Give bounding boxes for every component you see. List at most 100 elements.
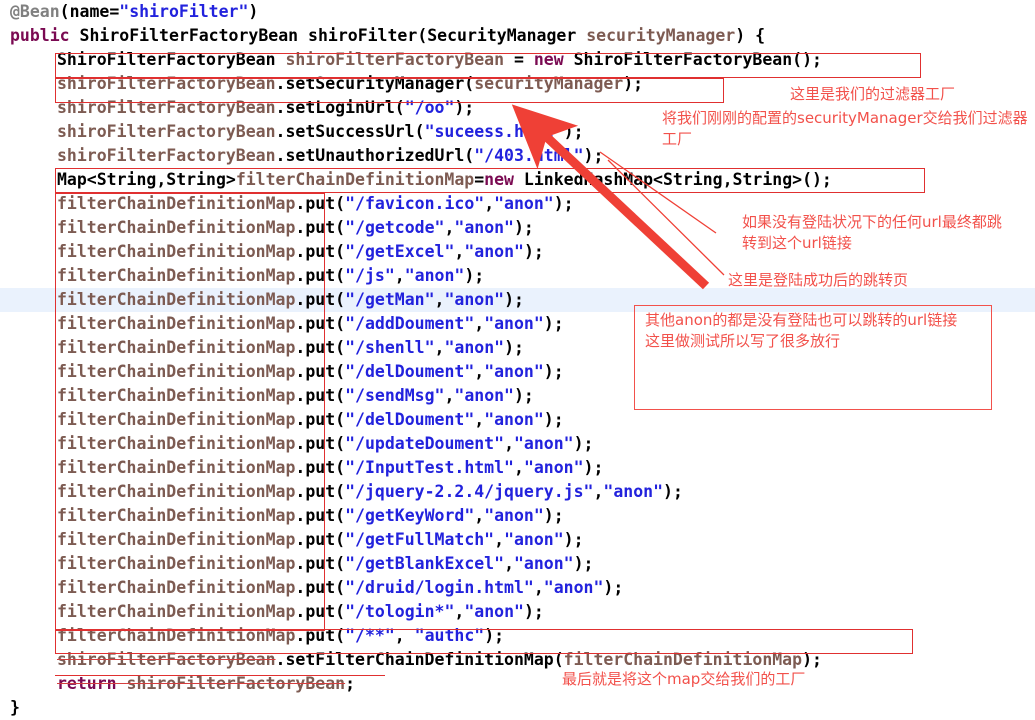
code-token: "anon" bbox=[603, 482, 664, 501]
code-token: "anon" bbox=[514, 434, 574, 453]
code-token: , bbox=[514, 458, 524, 477]
code-token: "/getFullMatch" bbox=[345, 530, 495, 549]
code-token: ( bbox=[335, 242, 346, 261]
code-token: ( bbox=[464, 74, 475, 93]
code-token: ( bbox=[335, 218, 346, 237]
code-token: "/druid/login.html" bbox=[345, 578, 534, 597]
code-token: filterChainDefinitionMap bbox=[57, 242, 296, 261]
code-token: "/addDoument" bbox=[345, 314, 475, 333]
code-token: "anon" bbox=[444, 290, 505, 309]
code-token: filterChainDefinitionMap bbox=[57, 578, 296, 597]
code-line[interactable]: Map<String,String>filterChainDefinitionM… bbox=[0, 168, 1035, 192]
code-line[interactable]: filterChainDefinitionMap.put("/**", "aut… bbox=[0, 624, 1035, 648]
code-token: , bbox=[474, 314, 485, 333]
code-line[interactable]: filterChainDefinitionMap.put("/InputTest… bbox=[0, 456, 1035, 480]
code-token: ); bbox=[573, 554, 594, 573]
code-token: , bbox=[434, 338, 445, 357]
code-token: "shiroFilter" bbox=[119, 2, 249, 21]
code-token: "authc" bbox=[414, 626, 485, 645]
note-anon-explanation: 其他anon的都是没有登陆也可以跳转的url链接 这里做测试所以写了很多放行 bbox=[645, 311, 958, 350]
code-token: .put bbox=[295, 410, 336, 429]
code-token: shiroFilterFactoryBean bbox=[57, 74, 276, 93]
code-token: "/shenll" bbox=[345, 338, 435, 357]
code-line[interactable]: filterChainDefinitionMap.put("/delDoumen… bbox=[0, 408, 1035, 432]
code-token: ( bbox=[335, 338, 346, 357]
code-line[interactable]: filterChainDefinitionMap.put("/tologin*"… bbox=[0, 600, 1035, 624]
code-token: "/getKeyWord" bbox=[345, 506, 475, 525]
code-token: .setSecurityManager bbox=[275, 74, 465, 93]
code-token: filterChainDefinitionMap bbox=[57, 410, 296, 429]
code-token: filterChainDefinitionMap bbox=[563, 650, 803, 669]
code-token: new bbox=[533, 50, 574, 69]
code-token: ( bbox=[335, 314, 346, 333]
code-token: public bbox=[10, 26, 80, 45]
code-token: "anon" bbox=[464, 242, 524, 261]
code-token: filterChainDefinitionMap bbox=[57, 338, 296, 357]
code-token: filterChainDefinitionMap bbox=[57, 362, 296, 381]
code-token: , bbox=[474, 506, 485, 525]
code-token: ); bbox=[543, 362, 564, 381]
code-token: new bbox=[484, 170, 524, 189]
code-line[interactable]: filterChainDefinitionMap.put("/getKeyWor… bbox=[0, 504, 1035, 528]
code-token: .setSuccessUrl bbox=[275, 122, 415, 141]
code-token: ); bbox=[583, 146, 604, 165]
code-line[interactable]: public ShiroFilterFactoryBean shiroFilte… bbox=[0, 24, 1035, 48]
code-token: filterChainDefinitionMap bbox=[235, 170, 475, 189]
code-line[interactable]: filterChainDefinitionMap.put("/druid/log… bbox=[0, 576, 1035, 600]
code-token: .put bbox=[295, 194, 336, 213]
code-token: , bbox=[504, 554, 514, 573]
code-token: shiroFilterFactoryBean bbox=[57, 122, 276, 141]
code-token: ); bbox=[454, 98, 475, 117]
code-token: shiroFilterFactoryBean bbox=[126, 674, 346, 693]
code-line[interactable]: filterChainDefinitionMap.put("/jquery-2.… bbox=[0, 480, 1035, 504]
note-security-manager: 将我们刚刚的配置的securityManager交给我们过滤器 工厂 bbox=[662, 109, 1028, 148]
code-token: .put bbox=[295, 602, 336, 621]
code-token: ); bbox=[573, 434, 594, 453]
code-token: ); bbox=[543, 506, 564, 525]
code-token: "/getMan" bbox=[345, 290, 435, 309]
note-filter-factory: 这里是我们的过滤器工厂 bbox=[790, 85, 956, 103]
code-line[interactable]: } bbox=[0, 696, 1035, 720]
code-token: "/InputTest.html" bbox=[345, 458, 514, 477]
code-line[interactable]: filterChainDefinitionMap.put("/getFullMa… bbox=[0, 528, 1035, 552]
code-token: ( bbox=[335, 290, 346, 309]
code-token: filterChainDefinitionMap bbox=[57, 626, 296, 645]
code-token: shiroFilterFactoryBean bbox=[57, 146, 276, 165]
code-line[interactable]: @Bean(name="shiroFilter") bbox=[0, 0, 1035, 24]
code-token: .put bbox=[295, 626, 336, 645]
code-token: ); bbox=[802, 650, 822, 669]
code-token: ) { bbox=[735, 26, 766, 45]
code-token: "/oo" bbox=[404, 98, 455, 117]
code-token: filterChainDefinitionMap bbox=[57, 482, 296, 501]
code-token: ( bbox=[335, 266, 346, 285]
code-token: , bbox=[454, 242, 465, 261]
code-token: = bbox=[474, 170, 485, 189]
code-token: filterChainDefinitionMap bbox=[57, 530, 296, 549]
code-token: shiroFilterFactoryBean bbox=[285, 50, 505, 69]
code-token: ); bbox=[623, 74, 644, 93]
code-token: ( bbox=[394, 98, 405, 117]
code-token: "anon" bbox=[484, 314, 544, 333]
code-token: "/sendMsg" bbox=[345, 386, 445, 405]
code-line[interactable]: filterChainDefinitionMap.put("/getBlankE… bbox=[0, 552, 1035, 576]
code-line[interactable]: ShiroFilterFactoryBean shiroFilterFactor… bbox=[0, 48, 1035, 72]
code-token: , bbox=[394, 266, 405, 285]
code-token: filterChainDefinitionMap bbox=[57, 458, 296, 477]
code-token: .put bbox=[295, 338, 336, 357]
code-token: "/getBlankExcel" bbox=[345, 554, 505, 573]
code-token: ShiroFilterFactoryBean shiroFilter bbox=[79, 26, 418, 45]
code-token: .put bbox=[295, 242, 336, 261]
code-token: ( bbox=[335, 626, 346, 645]
code-token: filterChainDefinitionMap bbox=[57, 218, 296, 237]
code-token: ( bbox=[335, 458, 346, 477]
code-token: SecurityManager bbox=[427, 26, 587, 45]
code-token: filterChainDefinitionMap bbox=[57, 314, 296, 333]
code-token: "anon" bbox=[454, 218, 514, 237]
code-line[interactable]: filterChainDefinitionMap.put("/updateDou… bbox=[0, 432, 1035, 456]
code-token: ); bbox=[583, 458, 604, 477]
code-token: "anon" bbox=[444, 338, 505, 357]
code-token: "anon" bbox=[484, 362, 544, 381]
code-token: ) bbox=[248, 2, 259, 21]
code-token: .put bbox=[295, 506, 336, 525]
code-token: LinkedHashMap<String,String>(); bbox=[523, 170, 832, 189]
